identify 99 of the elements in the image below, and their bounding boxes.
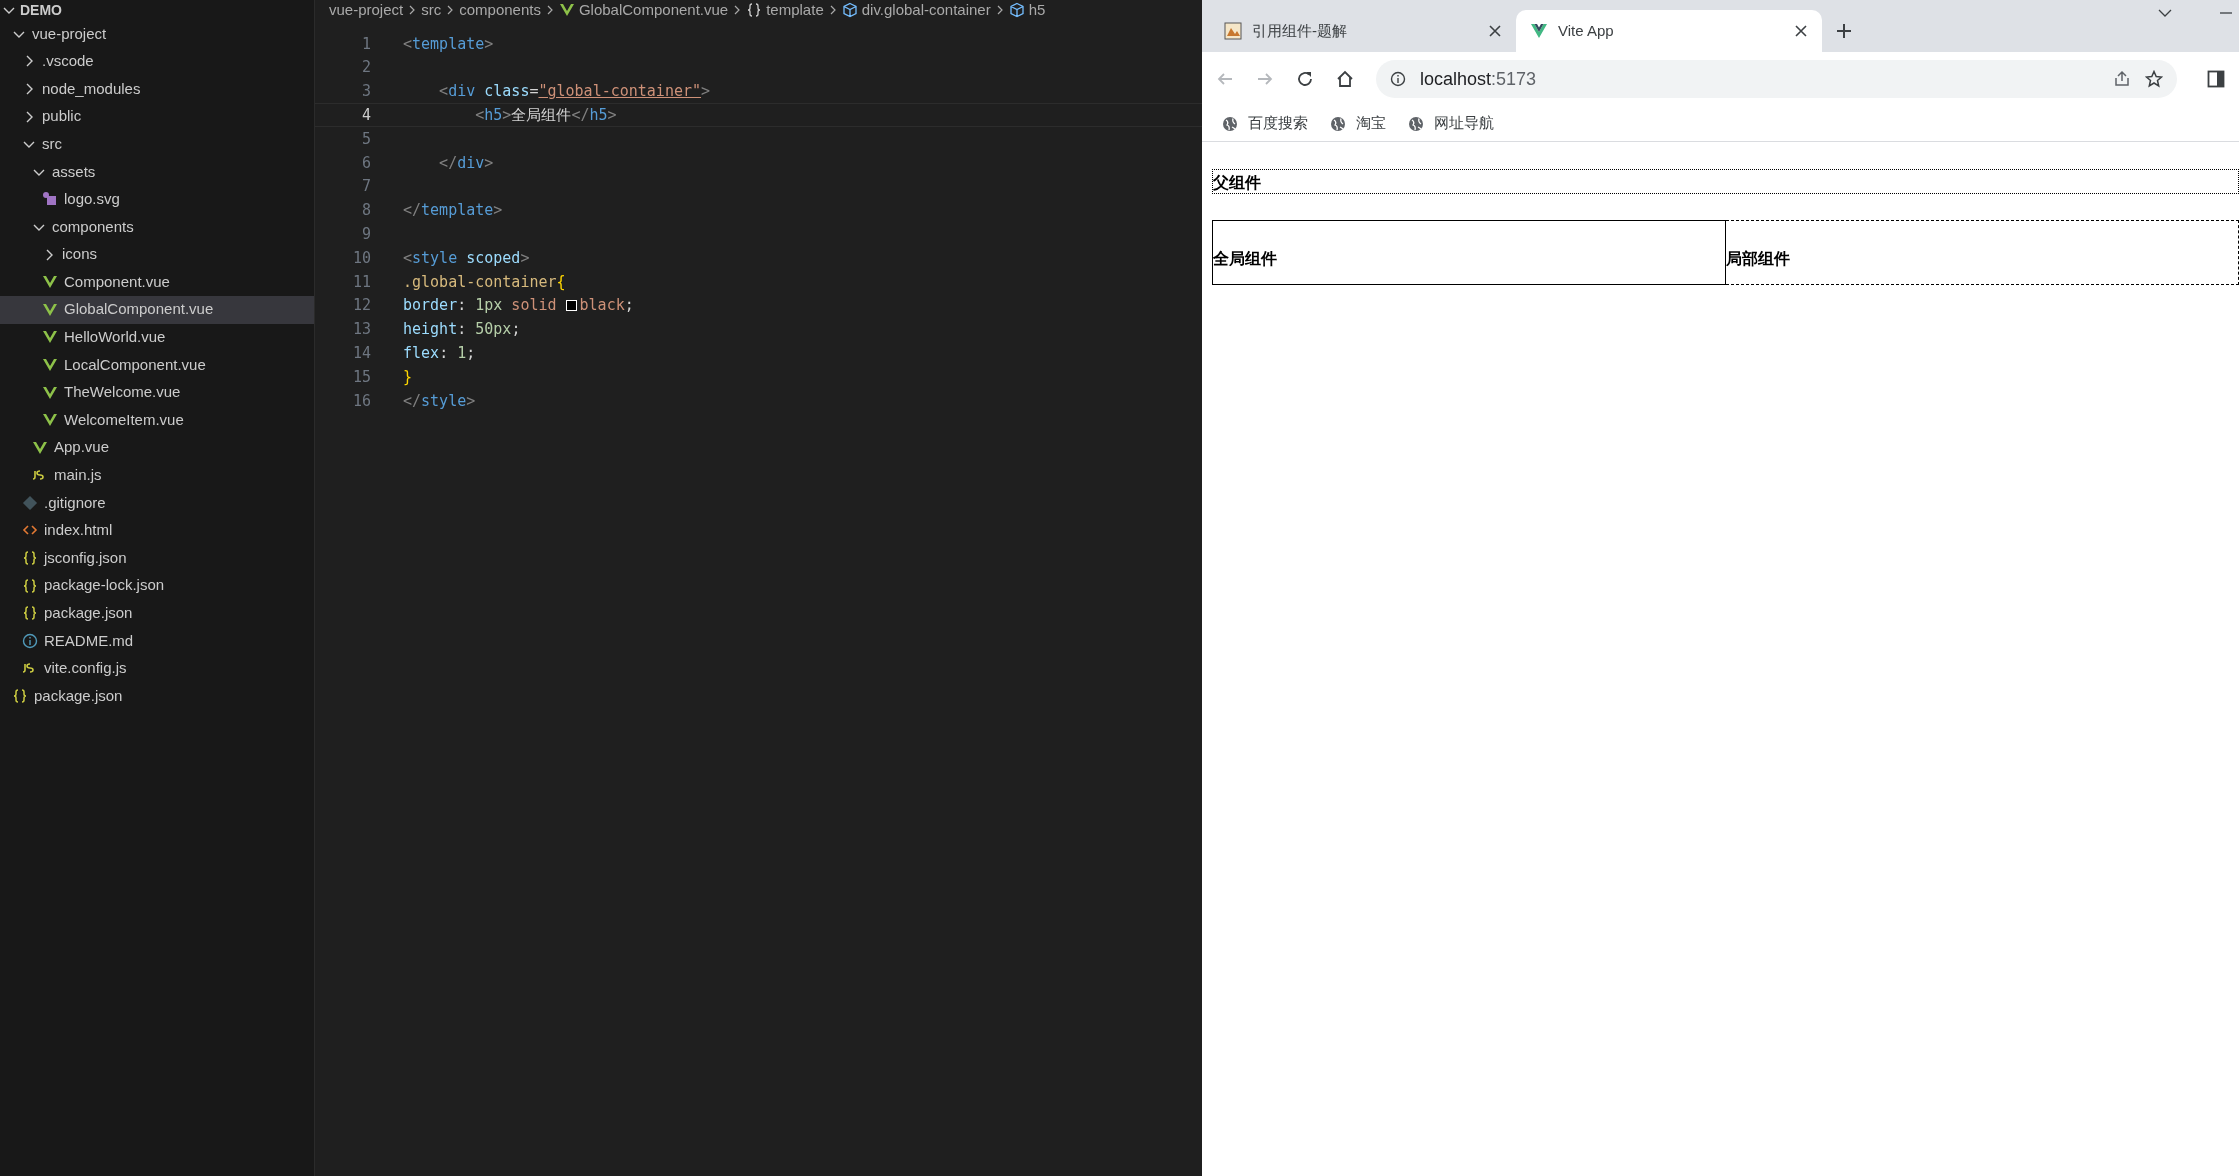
line-number: 5 [360,128,372,150]
code-line: <style scoped> [402,247,530,269]
close-icon [1794,24,1808,38]
braces-icon [746,2,763,18]
tree-item[interactable]: assets [0,157,314,186]
home-icon [1336,70,1354,88]
breadcrumb-item[interactable]: div.global-container [861,0,991,20]
code-line: } [402,366,413,388]
new-tab-icon [1836,23,1852,39]
line-number: 10 [351,247,372,269]
braces-file-icon [22,550,38,567]
bookmark[interactable]: 百度搜索 [1222,112,1308,135]
breadcrumb-item[interactable]: GlobalComponent.vue [578,0,729,20]
line-number: 13 [351,319,372,341]
line-number: 7 [360,176,372,198]
close-icon [1488,24,1502,38]
tree-item[interactable]: App.vue [0,433,314,462]
tree-item[interactable]: TheWelcome.vue [0,378,314,407]
tree-item[interactable]: .gitignore [0,489,314,517]
code-line: </template> [402,200,503,222]
line-number: 3 [360,81,372,103]
globe-icon [1222,115,1238,132]
line-number: 11 [351,271,372,293]
reload-icon [1296,70,1314,88]
global-component-box: 全局组件 [1212,220,1726,285]
breadcrumb-item[interactable]: components [459,0,541,20]
tree-item[interactable]: components [0,213,314,241]
tree-item[interactable]: .vscode [0,47,314,76]
tree-item[interactable]: main.js [0,461,314,490]
code-line: border: 1px solid black; [402,295,634,317]
star-icon [2145,70,2163,88]
code-line: .global-container{ [402,271,566,293]
line-number: 2 [360,57,372,79]
tree-item[interactable]: icons [0,240,314,269]
image-file-icon [42,191,58,208]
braces-file-icon [22,605,38,622]
braces-file-icon [22,577,38,594]
line-number: 4 [360,105,372,127]
parent-component-box: 父组件 [1212,169,2239,194]
tree-item[interactable]: vite.config.js [0,654,314,683]
vue-file-icon [42,356,58,373]
line-number: 16 [351,390,372,412]
browser-tab[interactable]: Vite App [1516,10,1822,52]
line-number: 8 [360,200,372,222]
code-line: </style> [402,390,476,412]
breadcrumb-item[interactable]: h5 [1028,0,1046,20]
color-swatch[interactable] [565,300,577,312]
tree-item[interactable]: index.html [0,516,314,545]
side-panel-icon [2207,70,2225,88]
bookmark[interactable]: 网址导航 [1408,112,1494,135]
line-number: 9 [360,224,372,245]
share-icon [2113,70,2131,88]
address-bar[interactable]: localhost:5173 [1376,60,2177,98]
local-component-box: 局部组件 [1726,220,2239,285]
line-number: 6 [360,152,372,174]
bookmark[interactable]: 淘宝 [1330,112,1386,135]
tree-item[interactable]: package.json [0,682,314,710]
tree-item[interactable]: GlobalComponent.vue [0,295,314,324]
tree-item[interactable]: Component.vue [0,268,314,296]
braces-file-icon [12,688,28,705]
code-line: height: 50px; [402,319,521,341]
tree-item[interactable]: package.json [0,599,314,628]
breadcrumb-item[interactable]: template [766,0,824,20]
breadcrumb-item[interactable]: src [421,0,442,20]
code-line: </div> [438,152,494,174]
tree-item[interactable]: README.md [0,627,314,655]
explorer-root-label[interactable]: DEMO [20,0,62,21]
code-line: <div class="global-container"> [438,81,711,103]
line-number: 15 [351,366,372,388]
code-line: <template> [402,33,494,55]
tree-item[interactable]: vue-project [0,20,314,48]
line-number: 12 [351,295,372,317]
line-number: 1 [360,33,372,55]
tree-item[interactable]: HelloWorld.vue [0,323,314,352]
tree-item[interactable]: WelcomeItem.vue [0,406,314,434]
globe-icon [1408,115,1424,132]
tree-item[interactable]: src [0,130,314,158]
browser-tab[interactable]: 引用组件-题解 [1210,10,1516,52]
vue-file-icon [42,301,58,318]
tree-item[interactable]: node_modules [0,75,314,103]
vue-file-icon [32,439,48,456]
picture-icon [1224,22,1242,40]
line-number: 14 [351,343,372,364]
globe-icon [1330,115,1346,132]
info-icon [1390,71,1406,87]
vue-file-icon [558,2,575,18]
tree-item[interactable]: logo.svg [0,185,314,214]
cube-icon [841,2,858,18]
tree-item[interactable]: jsconfig.json [0,544,314,572]
tree-item[interactable]: public [0,102,314,131]
vue-logo-icon [1530,22,1548,40]
code-line: flex: 1; [402,343,476,364]
cube-icon [1008,2,1025,18]
vue-file-icon [42,384,58,401]
breadcrumb-item[interactable]: vue-project [329,0,404,20]
tree-item[interactable]: LocalComponent.vue [0,351,314,379]
code-line: <h5>全局组件</h5> [474,105,617,127]
tree-item[interactable]: package-lock.json [0,571,314,600]
info-file-icon [22,632,38,649]
